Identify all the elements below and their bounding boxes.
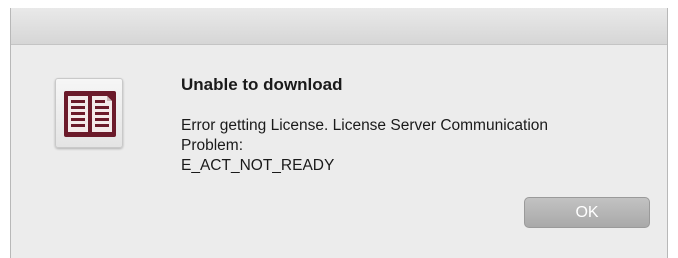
message-line: Error getting License. License Server Co… (181, 117, 549, 134)
open-book-icon (64, 91, 116, 137)
dialog-message: Error getting License. License Server Co… (181, 116, 651, 176)
window-titlebar[interactable] (11, 8, 667, 45)
ok-button[interactable]: OK (524, 197, 650, 228)
message-line: E_ACT_NOT_READY (181, 157, 335, 174)
dialog-title: Unable to download (181, 75, 343, 94)
message-line: Problem: (181, 137, 244, 154)
alert-dialog: Unable to download Error getting License… (10, 8, 668, 258)
ebook-reader-app-icon (55, 78, 123, 148)
